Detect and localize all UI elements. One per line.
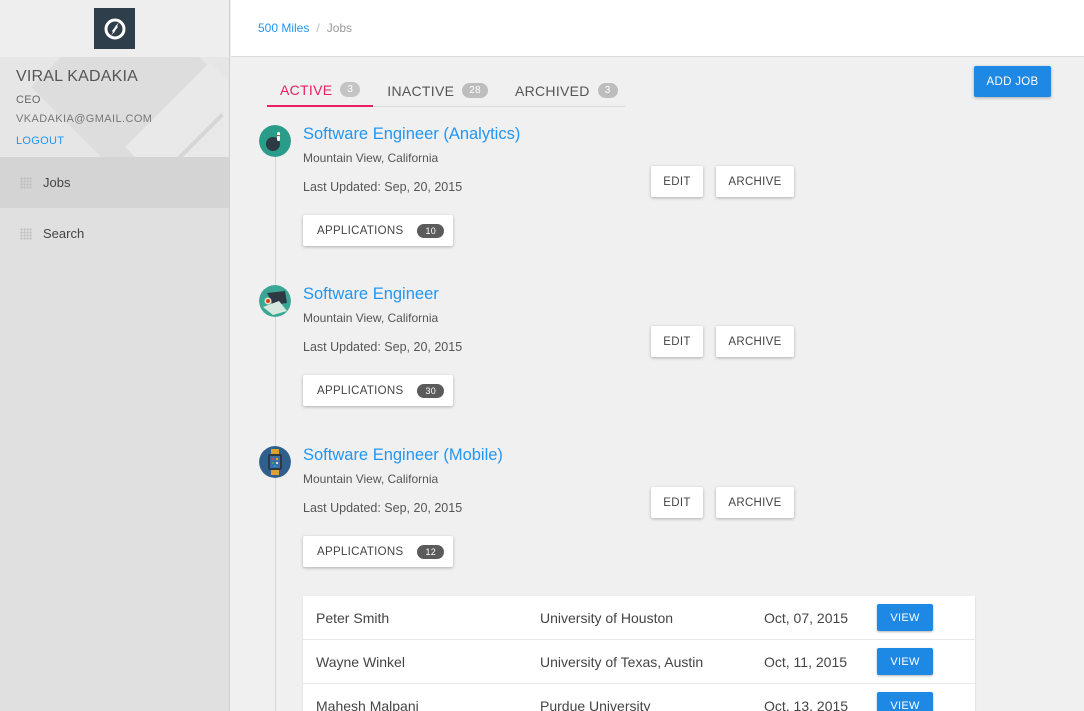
edit-button[interactable]: EDIT <box>651 326 703 357</box>
applications-label: APPLICATIONS <box>317 384 404 397</box>
applications-count-badge: 30 <box>417 383 445 398</box>
application-date: Oct, 11, 2015 <box>764 653 848 670</box>
compass-icon <box>104 18 125 39</box>
tab-count-badge: 3 <box>597 83 618 98</box>
tab-active[interactable]: ACTIVE 3 <box>267 74 374 107</box>
view-button[interactable]: VIEW <box>877 692 933 711</box>
sidebar: VIRAL KADAKIA CEO VKADAKIA@GMAIL.COM LOG… <box>0 0 230 711</box>
applications-count-badge: 10 <box>417 223 445 238</box>
job-title-link[interactable]: Software Engineer (Mobile) <box>303 446 503 465</box>
archive-button[interactable]: ARCHIVE <box>716 326 794 357</box>
applications-table: Peter Smith University of Houston Oct, 0… <box>303 596 975 711</box>
app-logo[interactable] <box>94 8 135 49</box>
tab-label: ARCHIVED <box>514 82 590 99</box>
logo-area <box>0 0 229 57</box>
job-status-tabs: ACTIVE 3 INACTIVE 28 ARCHIVED 3 <box>267 74 625 107</box>
sidebar-item-label: Search <box>43 226 85 241</box>
applicant-university: University of Texas, Austin <box>540 653 704 670</box>
applicant-name: Peter Smith <box>316 609 390 626</box>
table-row: Mahesh Malpani Purdue University Oct, 13… <box>303 684 975 711</box>
job-location: Mountain View, California <box>303 472 439 486</box>
smartwatch-icon <box>259 446 291 478</box>
applications-button[interactable]: APPLICATIONS 12 <box>303 536 453 567</box>
sidebar-item-jobs[interactable]: Jobs <box>0 157 229 208</box>
bowling-icon <box>259 125 291 157</box>
applicant-university: Purdue University <box>540 697 651 711</box>
archive-button[interactable]: ARCHIVE <box>716 487 794 518</box>
tab-count-badge: 3 <box>340 82 361 97</box>
map-icon <box>259 285 291 317</box>
job-title-link[interactable]: Software Engineer <box>303 285 439 304</box>
breadcrumb-current: Jobs <box>326 21 353 35</box>
applications-button[interactable]: APPLICATIONS 30 <box>303 375 453 406</box>
applications-count-badge: 12 <box>417 544 445 559</box>
application-date: Oct, 13, 2015 <box>764 697 849 711</box>
table-row: Wayne Winkel University of Texas, Austin… <box>303 640 975 684</box>
archive-button[interactable]: ARCHIVE <box>716 166 794 197</box>
add-job-button[interactable]: ADD JOB <box>974 66 1051 97</box>
tab-label: INACTIVE <box>387 82 455 99</box>
main-content: ACTIVE 3 INACTIVE 28 ARCHIVED 3 ADD JOB … <box>231 57 1084 711</box>
job-location: Mountain View, California <box>303 151 439 165</box>
tab-inactive[interactable]: INACTIVE 28 <box>374 74 501 107</box>
view-button[interactable]: VIEW <box>877 604 933 631</box>
grid-icon <box>20 176 32 189</box>
profile-name: VIRAL KADAKIA <box>16 68 139 85</box>
timeline-line <box>275 155 276 711</box>
sidebar-item-search[interactable]: Search <box>0 208 229 259</box>
edit-button[interactable]: EDIT <box>651 166 703 197</box>
sidebar-item-label: Jobs <box>43 175 71 190</box>
profile-role: CEO <box>16 94 41 106</box>
job-title-link[interactable]: Software Engineer (Analytics) <box>303 125 520 144</box>
applications-label: APPLICATIONS <box>317 224 404 237</box>
job-last-updated: Last Updated: Sep, 20, 2015 <box>303 180 463 194</box>
grid-icon <box>20 227 32 240</box>
breadcrumb-separator: / <box>316 21 320 35</box>
profile-email: VKADAKIA@GMAIL.COM <box>16 113 153 125</box>
job-location: Mountain View, California <box>303 311 439 325</box>
tab-count-badge: 28 <box>462 83 488 98</box>
applicant-name: Mahesh Malpani <box>316 697 419 711</box>
breadcrumb: 500 Miles / Jobs <box>231 0 1084 57</box>
breadcrumb-root-link[interactable]: 500 Miles <box>258 21 309 35</box>
applicant-university: University of Houston <box>540 609 674 626</box>
tab-label: ACTIVE <box>280 81 333 98</box>
job-last-updated: Last Updated: Sep, 20, 2015 <box>303 501 463 515</box>
tab-archived[interactable]: ARCHIVED 3 <box>502 74 631 107</box>
profile-card: VIRAL KADAKIA CEO VKADAKIA@GMAIL.COM LOG… <box>0 57 229 157</box>
application-date: Oct, 07, 2015 <box>764 609 849 626</box>
applications-label: APPLICATIONS <box>317 545 404 558</box>
applications-button[interactable]: APPLICATIONS 10 <box>303 215 453 246</box>
table-row: Peter Smith University of Houston Oct, 0… <box>303 596 975 640</box>
applicant-name: Wayne Winkel <box>316 653 405 670</box>
logout-link[interactable]: LOGOUT <box>16 135 64 147</box>
edit-button[interactable]: EDIT <box>651 487 703 518</box>
view-button[interactable]: VIEW <box>877 648 933 675</box>
job-last-updated: Last Updated: Sep, 20, 2015 <box>303 340 463 354</box>
